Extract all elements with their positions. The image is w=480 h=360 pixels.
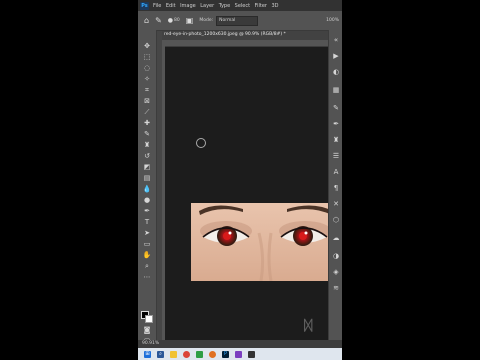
marquee-tool-icon[interactable]: ⬚ xyxy=(142,53,152,62)
blur-tool-icon[interactable]: 💧 xyxy=(142,185,152,194)
menu-select[interactable]: Select xyxy=(235,3,250,9)
quick-selection-tool-icon[interactable]: ✧ xyxy=(142,75,152,84)
properties-panel-icon[interactable]: ☰ xyxy=(331,152,341,161)
quick-mask-icon[interactable]: ◙ xyxy=(142,326,152,335)
photoshop-window: Ps File Edit Image Layer Type Select Fil… xyxy=(138,0,342,360)
menu-edit[interactable]: Edit xyxy=(166,3,176,9)
brush-size-picker-icon[interactable]: ● xyxy=(168,17,173,24)
swatches-panel-icon[interactable]: ▦ xyxy=(331,86,341,95)
move-tool-icon[interactable]: ✥ xyxy=(142,42,152,51)
brush-tool-icon[interactable]: ✎ xyxy=(142,130,152,139)
brush-settings-panel-icon[interactable]: ✎ xyxy=(331,104,341,113)
clone-source-panel-icon[interactable]: ♜ xyxy=(331,136,341,145)
app-purple-icon[interactable] xyxy=(235,350,242,358)
panel-dock: « ▶ ◐ ▦ ✎ ✒ ♜ ☰ A ¶ ✕ ⬡ ☁ ◑ ◈ ≋ xyxy=(328,30,342,345)
menu-filter[interactable]: Filter xyxy=(255,3,267,9)
hand-tool-icon[interactable]: ✋ xyxy=(142,251,152,260)
tools-presets-icon[interactable]: ✕ xyxy=(331,200,341,209)
color-panel-icon[interactable]: ◐ xyxy=(331,68,341,77)
layers-panel-icon[interactable]: ≋ xyxy=(331,284,341,293)
horizontal-ruler xyxy=(162,40,328,47)
start-icon[interactable]: ⊞ xyxy=(144,350,151,358)
tools-panel: ✥ ⬚ ◌ ✧ ⌗ ⊠ ⟋ ✚ ✎ ♜ ↺ ◩ ▤ 💧 ● ✒ T ➤ ▭ ✋ … xyxy=(138,30,157,345)
rectangle-tool-icon[interactable]: ▭ xyxy=(142,240,152,249)
search-icon[interactable]: ⌕ xyxy=(157,350,164,358)
windows-taskbar: ⊞ ⌕ P xyxy=(138,348,342,360)
character-panel-icon[interactable]: A xyxy=(331,168,341,177)
status-bar: 90.91% xyxy=(138,340,342,348)
history-brush-tool-icon[interactable]: ↺ xyxy=(142,152,152,161)
background-color-swatch[interactable] xyxy=(145,315,153,323)
mode-label: Mode: xyxy=(199,18,214,23)
menu-3d[interactable]: 3D xyxy=(272,3,279,9)
watermark-logo: ᛞ xyxy=(304,318,313,334)
pen-tool-icon[interactable]: ✒ xyxy=(142,207,152,216)
edit-toolbar-icon[interactable]: ⋯ xyxy=(142,273,152,282)
gradient-tool-icon[interactable]: ▤ xyxy=(142,174,152,183)
photoshop-logo: Ps xyxy=(140,1,149,10)
app-dark-icon[interactable] xyxy=(248,350,255,358)
app-green-icon[interactable] xyxy=(196,350,203,358)
lasso-tool-icon[interactable]: ◌ xyxy=(142,64,152,73)
zoom-tool-icon[interactable]: ⌕ xyxy=(142,262,152,271)
paragraph-panel-icon[interactable]: ¶ xyxy=(331,184,341,193)
adjustments-panel-icon[interactable]: ◑ xyxy=(331,252,341,261)
play-actions-icon[interactable]: ▶ xyxy=(331,52,341,61)
brush-tool-preset-icon[interactable]: ✎ xyxy=(155,16,162,25)
chrome-icon[interactable] xyxy=(183,350,190,358)
home-icon[interactable]: ⌂ xyxy=(144,16,149,25)
menu-bar: Ps File Edit Image Layer Type Select Fil… xyxy=(138,0,342,11)
clone-stamp-tool-icon[interactable]: ♜ xyxy=(142,141,152,150)
brush-settings-icon[interactable]: ▣ xyxy=(186,16,194,25)
mode-select[interactable]: Normal xyxy=(216,15,259,26)
3d-panel-icon[interactable]: ⬡ xyxy=(331,216,341,225)
healing-brush-tool-icon[interactable]: ✚ xyxy=(142,119,152,128)
paths-panel-icon[interactable]: ◈ xyxy=(331,268,341,277)
menu-image[interactable]: Image xyxy=(180,3,196,9)
eyedropper-tool-icon[interactable]: ⟋ xyxy=(142,108,152,117)
file-explorer-icon[interactable] xyxy=(170,350,177,358)
libraries-panel-icon[interactable]: ☁ xyxy=(331,234,341,243)
path-selection-tool-icon[interactable]: ➤ xyxy=(142,229,152,238)
document-canvas[interactable] xyxy=(165,47,339,340)
eraser-tool-icon[interactable]: ◩ xyxy=(142,163,152,172)
face-image xyxy=(191,203,339,281)
app-orange-icon[interactable] xyxy=(209,350,216,358)
crop-tool-icon[interactable]: ⌗ xyxy=(142,86,152,95)
collapse-panels-icon[interactable]: « xyxy=(331,36,341,45)
menu-type[interactable]: Type xyxy=(219,3,230,9)
dodge-tool-icon[interactable]: ● xyxy=(142,196,152,205)
type-tool-icon[interactable]: T xyxy=(142,218,152,227)
frame-tool-icon[interactable]: ⊠ xyxy=(142,97,152,106)
menu-layer[interactable]: Layer xyxy=(200,3,214,9)
zoom-readout[interactable]: 90.91% xyxy=(142,341,159,346)
photoshop-taskbar-icon[interactable]: P xyxy=(222,350,229,358)
document-tab[interactable]: red-eye-in-photo_1200x630.jpeg @ 90.9% (… xyxy=(164,32,286,37)
brushes-panel-icon[interactable]: ✒ xyxy=(331,120,341,129)
red-eye-photo xyxy=(191,203,339,281)
menu-file[interactable]: File xyxy=(153,3,161,9)
brush-size-value: 80 xyxy=(174,18,180,23)
options-bar: ⌂ ✎ ● 80 ▣ Mode: Normal 100% xyxy=(138,11,342,31)
brush-cursor xyxy=(196,138,206,148)
opacity-value[interactable]: 100% xyxy=(326,18,339,23)
